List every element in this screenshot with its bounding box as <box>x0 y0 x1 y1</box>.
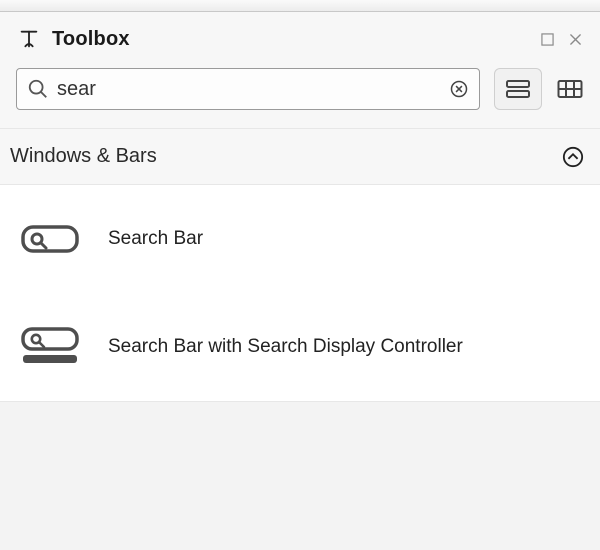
view-list-button[interactable] <box>494 68 542 110</box>
list-item-label: Search Bar <box>108 228 203 250</box>
results-list: Search Bar Search Bar with Search Displa… <box>0 185 600 402</box>
section-header[interactable]: Windows & Bars <box>0 129 600 185</box>
list-item-label: Search Bar with Search Display Controlle… <box>108 336 463 358</box>
window-chrome <box>0 0 600 12</box>
searchbar-icon <box>20 215 80 263</box>
toolbox-icon <box>16 26 42 52</box>
chevron-up-icon[interactable] <box>562 146 584 168</box>
empty-area <box>0 402 600 550</box>
clear-search-icon[interactable] <box>449 79 469 99</box>
close-icon[interactable] <box>566 30 584 48</box>
searchbar-with-controller-icon <box>20 323 80 371</box>
panel-header: Toolbox <box>0 12 600 62</box>
list-item[interactable]: Search Bar <box>0 185 600 293</box>
panel-title: Toolbox <box>52 28 130 51</box>
section-label: Windows & Bars <box>10 145 157 168</box>
view-grid-button[interactable] <box>556 68 584 110</box>
list-item[interactable]: Search Bar with Search Display Controlle… <box>0 293 600 401</box>
search-field[interactable] <box>16 68 480 110</box>
detach-icon[interactable] <box>538 30 556 48</box>
toolbar <box>0 62 600 129</box>
search-input[interactable] <box>55 78 443 101</box>
search-icon <box>27 78 49 100</box>
